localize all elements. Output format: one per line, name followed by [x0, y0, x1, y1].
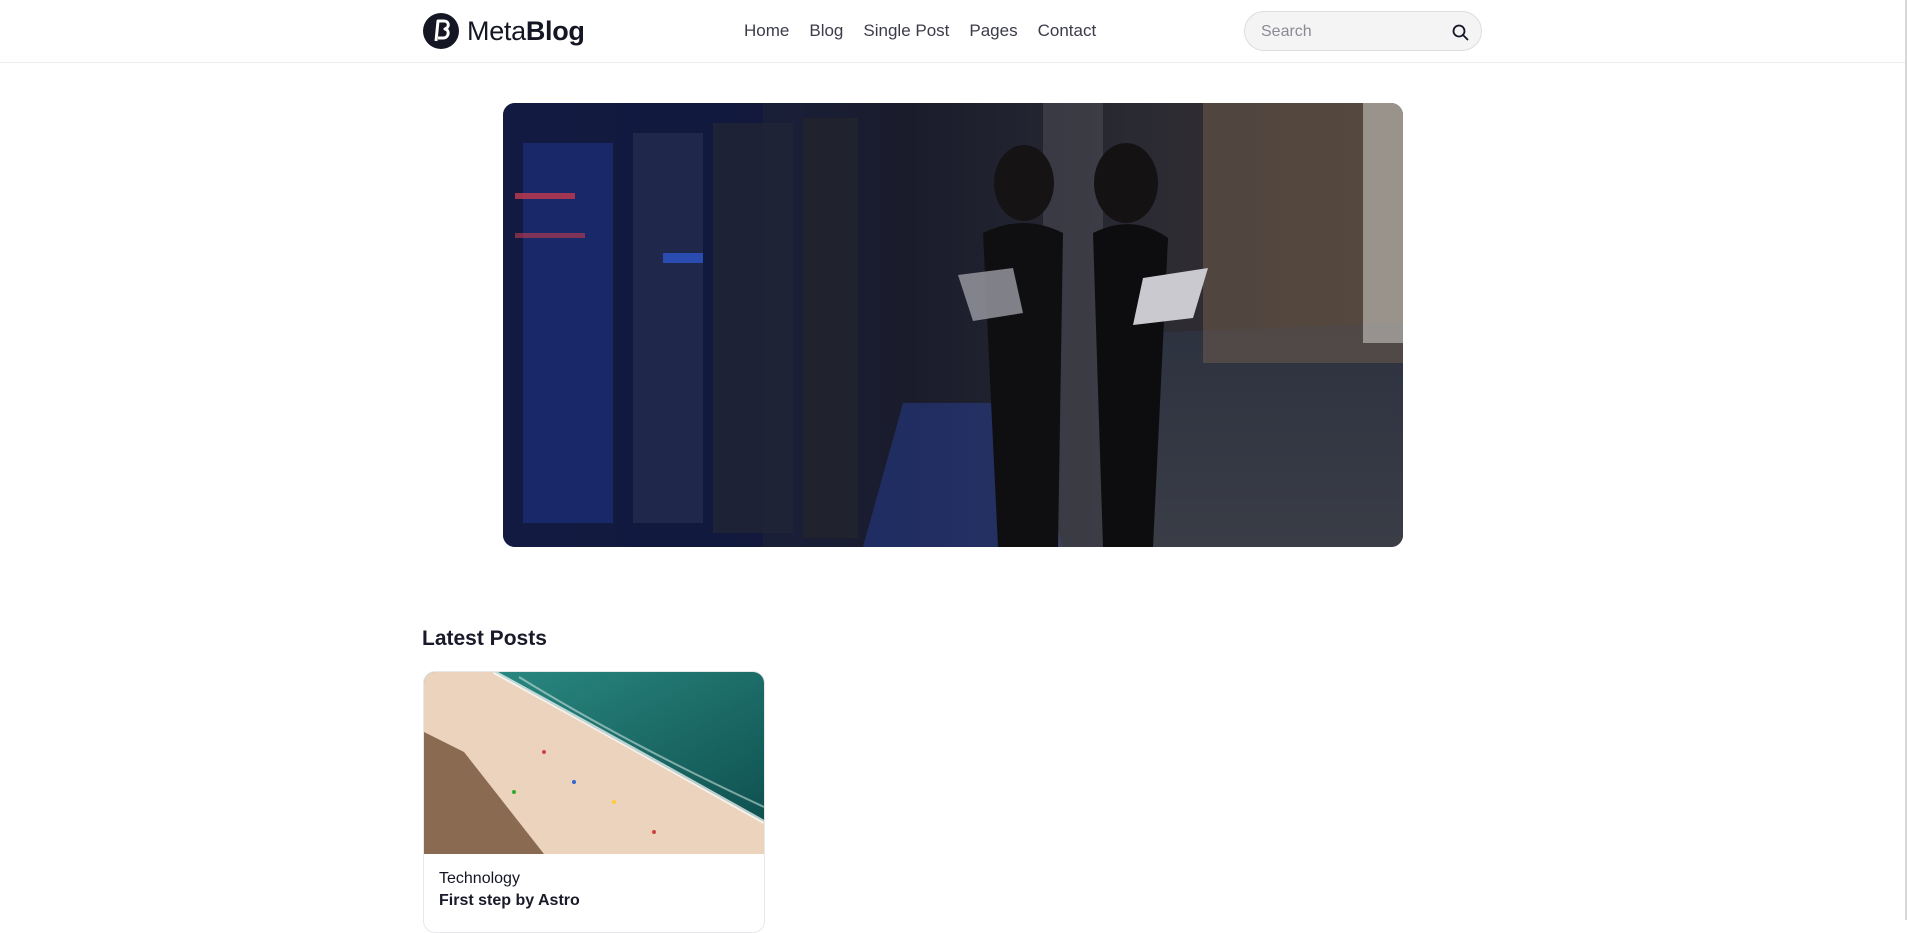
nav-pages[interactable]: Pages	[969, 20, 1017, 42]
logo-text-bold: Blog	[525, 15, 585, 46]
nav-blog[interactable]: Blog	[809, 20, 843, 42]
nav-single-post[interactable]: Single Post	[863, 20, 949, 42]
site-header: MetaBlog Home Blog Single Post Pages Con…	[0, 0, 1907, 63]
search-icon[interactable]	[1452, 24, 1469, 41]
post-card-image	[424, 672, 764, 854]
search-input[interactable]	[1259, 20, 1443, 44]
post-card-category[interactable]: Technology	[439, 870, 520, 888]
latest-posts-heading: Latest Posts	[422, 627, 547, 650]
main-nav: Home Blog Single Post Pages Contact	[744, 20, 1116, 42]
post-card[interactable]: Technology First step by Astro	[423, 671, 765, 933]
hero-photo	[503, 103, 1403, 547]
logo-text-light: Meta	[467, 15, 526, 46]
metablog-logo-icon	[423, 13, 459, 49]
nav-contact[interactable]: Contact	[1038, 20, 1097, 42]
search-box	[1244, 11, 1482, 51]
post-card-title[interactable]: First step by Astro	[439, 892, 580, 910]
site-logo[interactable]: MetaBlog	[422, 12, 585, 50]
logo-text: MetaBlog	[467, 16, 585, 47]
nav-home[interactable]: Home	[744, 20, 789, 42]
hero-image	[503, 103, 1403, 547]
